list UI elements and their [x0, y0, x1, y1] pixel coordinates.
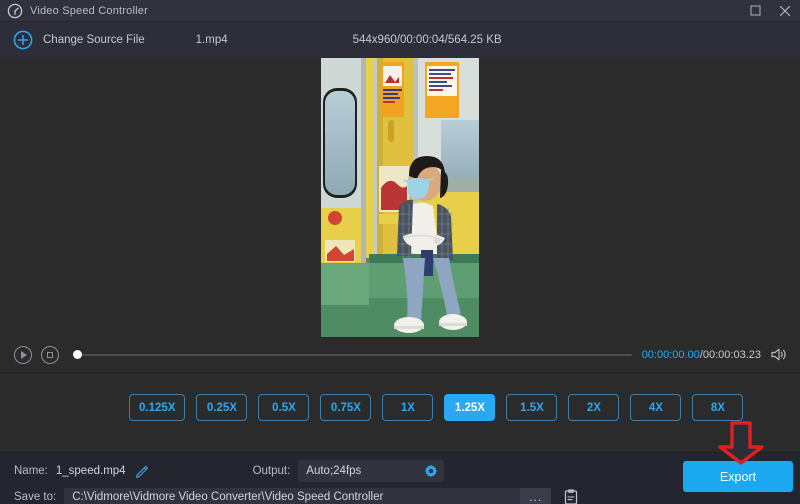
change-source-file-button[interactable]: Change Source File [43, 34, 145, 46]
video-still-image [321, 58, 479, 337]
current-time: 00:00:00.00 [642, 349, 700, 361]
window-title: Video Speed Controller [30, 5, 148, 17]
speed-button-8x[interactable]: 8X [692, 394, 743, 421]
gear-icon[interactable] [424, 464, 438, 478]
source-file-meta: 544x960/00:00:04/564.25 KB [353, 34, 502, 46]
speed-button-0-125x[interactable]: 0.125X [129, 394, 185, 421]
pencil-icon[interactable] [135, 464, 149, 478]
speed-button-group: 0.125X 0.25X 0.5X 0.75X 1X 1.25X 1.5X 2X 4X 8X [129, 394, 743, 421]
output-settings-panel: Name: 1_speed.mp4 Output: Auto;24fps Sav… [0, 452, 800, 504]
source-toolbar: Change Source File 1.mp4 544x960/00:00:0… [0, 22, 800, 58]
save-path-field[interactable]: C:\Vidmore\Vidmore Video Converter\Video… [64, 488, 551, 504]
output-label: Output: [253, 465, 291, 477]
speed-button-0-5x[interactable]: 0.5X [258, 394, 309, 421]
speed-button-1x[interactable]: 1X [382, 394, 433, 421]
stop-icon [47, 352, 53, 358]
name-label: Name: [14, 465, 48, 477]
duration-time: 00:00:03.23 [703, 349, 761, 361]
close-button[interactable] [770, 0, 800, 22]
playback-track[interactable] [73, 354, 632, 356]
source-file-name: 1.mp4 [196, 34, 228, 46]
video-frame[interactable] [321, 58, 479, 337]
maximize-button[interactable] [740, 0, 770, 22]
save-path-value: C:\Vidmore\Vidmore Video Converter\Video… [72, 491, 383, 503]
player-controls-bar: 00:00:00.00/00:00:03.23 [0, 337, 800, 373]
play-button[interactable] [14, 346, 32, 364]
video-speed-controller-window: Video Speed Controller Change Source Fil… [0, 0, 800, 504]
folder-list-icon[interactable] [563, 489, 579, 504]
speed-button-1-25x[interactable]: 1.25X [444, 394, 495, 421]
export-button[interactable]: Export [683, 461, 793, 492]
speed-gauge-icon [7, 3, 23, 19]
name-output-row: Name: 1_speed.mp4 Output: Auto;24fps [0, 453, 800, 488]
name-value: 1_speed.mp4 [56, 465, 126, 477]
stop-button[interactable] [41, 346, 59, 364]
playback-knob[interactable] [73, 350, 82, 359]
play-icon [21, 351, 27, 359]
title-bar: Video Speed Controller [0, 0, 800, 22]
speed-selection-area: 0.125X 0.25X 0.5X 0.75X 1X 1.25X 1.5X 2X 4X 8X [0, 374, 800, 452]
speed-button-0-75x[interactable]: 0.75X [320, 394, 371, 421]
playback-slider[interactable] [73, 346, 632, 364]
video-preview-area [0, 58, 800, 337]
output-format-value: Auto;24fps [306, 465, 361, 477]
speed-button-0-25x[interactable]: 0.25X [196, 394, 247, 421]
speaker-icon[interactable] [770, 347, 787, 362]
speed-button-4x[interactable]: 4X [630, 394, 681, 421]
speed-button-1-5x[interactable]: 1.5X [506, 394, 557, 421]
save-to-label: Save to: [14, 491, 56, 503]
close-icon [779, 5, 791, 17]
browse-button[interactable]: ... [520, 488, 551, 504]
output-format-field[interactable]: Auto;24fps [298, 460, 444, 482]
maximize-icon [750, 5, 761, 16]
save-to-row: Save to: C:\Vidmore\Vidmore Video Conver… [0, 488, 800, 504]
plus-circle-icon[interactable] [13, 30, 33, 50]
time-display: 00:00:00.00/00:00:03.23 [642, 349, 761, 361]
speed-button-2x[interactable]: 2X [568, 394, 619, 421]
